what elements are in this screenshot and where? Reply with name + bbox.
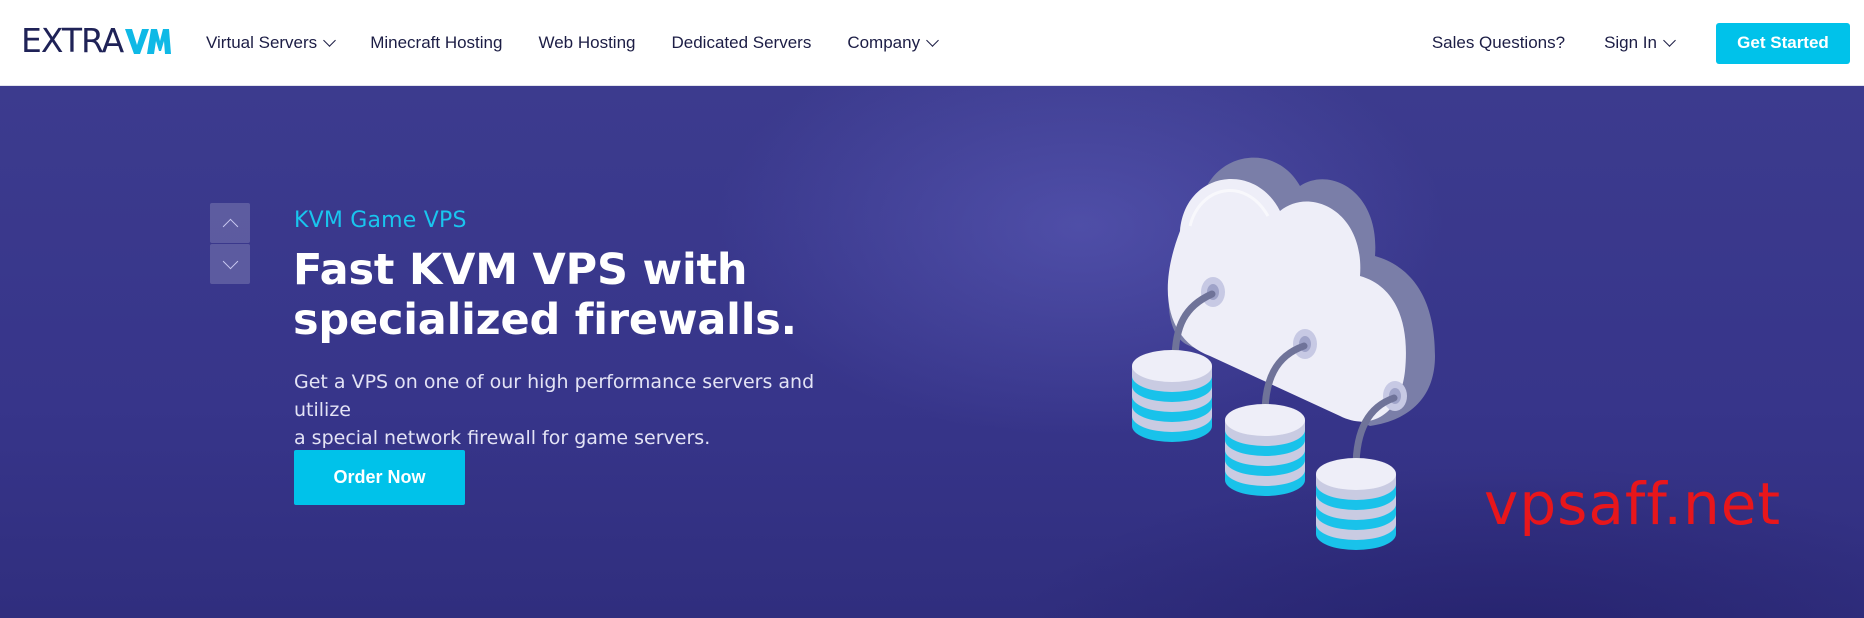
- chevron-down-icon: [323, 34, 337, 47]
- nav-label: Minecraft Hosting: [370, 33, 503, 52]
- slider-controls: [210, 203, 250, 285]
- server-stack: [1132, 350, 1212, 442]
- subtext-line: Get a VPS on one of our high performance…: [294, 371, 815, 421]
- nav-label: Sign In: [1604, 33, 1657, 52]
- nav-sign-in[interactable]: Sign In: [1604, 33, 1676, 53]
- nav-label: Virtual Servers: [206, 33, 318, 52]
- nav-label: Company: [847, 33, 921, 52]
- nav-virtual-servers[interactable]: Virtual Servers: [206, 33, 337, 53]
- nav-label: Dedicated Servers: [671, 33, 812, 52]
- server-stack: [1225, 404, 1305, 496]
- top-navbar: EXTRA Virtual Servers Minecraft Hosting …: [0, 0, 1864, 86]
- chevron-down-icon: [1663, 34, 1676, 47]
- nav-dedicated-servers[interactable]: Dedicated Servers: [671, 33, 811, 53]
- nav-web-hosting[interactable]: Web Hosting: [538, 33, 635, 53]
- hero-kicker: KVM Game VPS: [294, 208, 467, 233]
- nav-right: Sales Questions? Sign In Get Started: [1432, 0, 1850, 86]
- logo-vm-mark: [125, 28, 172, 54]
- order-now-button[interactable]: Order Now: [294, 450, 465, 505]
- chevron-down-icon: [926, 34, 939, 47]
- cloud-servers-illustration: [1132, 157, 1435, 550]
- hero-headline: Fast KVM VPS with specialized firewalls.: [293, 245, 1013, 345]
- nav-label: Sales Questions?: [1431, 33, 1566, 52]
- watermark-text: vpsaff.net: [1484, 470, 1782, 538]
- slide-next-button[interactable]: [210, 244, 250, 284]
- headline-line: Fast KVM VPS with: [293, 245, 748, 295]
- nav-label: Web Hosting: [538, 33, 636, 52]
- slide-prev-button[interactable]: [210, 203, 250, 243]
- server-stack: [1316, 458, 1396, 550]
- chevron-up-icon: [222, 218, 238, 234]
- nav-company[interactable]: Company: [847, 33, 939, 53]
- nav-minecraft-hosting[interactable]: Minecraft Hosting: [370, 33, 502, 53]
- chevron-down-icon: [222, 253, 238, 269]
- hero-section: KVM Game VPS Fast KVM VPS with specializ…: [0, 86, 1864, 618]
- hero-subtext: Get a VPS on one of our high performance…: [294, 368, 854, 452]
- extravm-logo[interactable]: EXTRA: [21, 21, 172, 60]
- nav-sales-questions[interactable]: Sales Questions?: [1432, 33, 1565, 53]
- get-started-button[interactable]: Get Started: [1716, 22, 1850, 64]
- main-menu: Virtual Servers Minecraft Hosting Web Ho…: [206, 0, 973, 86]
- headline-line: specialized firewalls.: [293, 295, 797, 345]
- subtext-line: a special network firewall for game serv…: [294, 427, 711, 449]
- logo-text: EXTRA: [21, 21, 124, 60]
